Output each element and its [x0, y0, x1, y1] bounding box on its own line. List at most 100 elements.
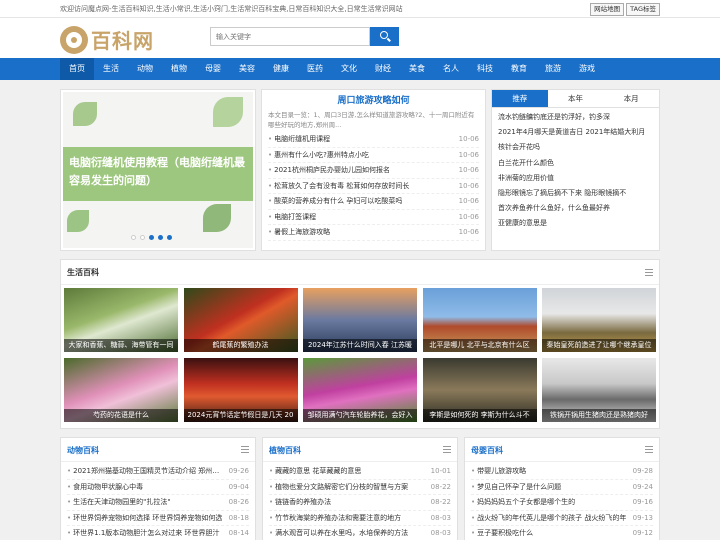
- item-text[interactable]: 电脑绗缝机用课程: [274, 135, 330, 143]
- slide-image[interactable]: 电脑衍缝机使用教程（电脑绗缝机最容易发生的问题）: [63, 92, 253, 248]
- item-title[interactable]: • 酸菜的营养成分有什么 孕妇可以吃酸菜吗: [268, 194, 402, 209]
- item-title[interactable]: • 植物也爱分文路解密它们分枝的智慧与方案: [269, 480, 408, 495]
- item-title[interactable]: • 松茸放久了会有没有毒 松茸如何存放时间长: [268, 179, 409, 194]
- section-title[interactable]: 母婴百科: [465, 446, 503, 455]
- item-title[interactable]: • 电脑打签课程: [268, 210, 316, 225]
- item-text[interactable]: 带婴儿旅游攻略: [477, 467, 526, 475]
- rank-item[interactable]: 白兰花开什么颜色: [498, 156, 653, 171]
- item-text[interactable]: 环世界1.1版本动物胆汁怎么对过来 环世界胆汁: [73, 529, 219, 537]
- image-tile[interactable]: 李斯是如何死的 李斯为什么斗不: [422, 358, 537, 422]
- item-title[interactable]: • 竹节秋海棠的养殖办法和需要注意的地方: [269, 511, 401, 526]
- item-text[interactable]: 环世界饲养宠物如何选择 环世界饲养宠物如何选: [73, 514, 222, 522]
- item-text[interactable]: 妈妈妈妈五个子女都是哪个生的: [477, 498, 575, 506]
- item-text[interactable]: 2021郑州猫基动物王国精灵节活动介绍 郑州猫基: [73, 467, 226, 475]
- featured-title[interactable]: 周口旅游攻略如何: [268, 94, 479, 108]
- list-item[interactable]: • 2021杭州桐庐民办婴幼儿园如何报名 10-06: [268, 163, 479, 179]
- section-title[interactable]: 动物百科: [61, 446, 99, 455]
- nav-item[interactable]: 生活: [94, 58, 128, 80]
- item-title[interactable]: • 战火纷飞的年代英儿是哪个的孩子 战火纷飞的年: [471, 511, 626, 526]
- item-title[interactable]: • 惠州有什么小吃?惠州特点小吃: [268, 148, 369, 163]
- tile-caption[interactable]: 芍药的花语是什么: [64, 409, 178, 422]
- item-text[interactable]: 2021杭州桐庐民办婴幼儿园如何报名: [274, 166, 390, 174]
- list-item[interactable]: • 战火纷飞的年代英儿是哪个的孩子 战火纷飞的年 09-13: [471, 511, 653, 526]
- image-tile[interactable]: 大家和香蕉、糖蒜、海带管有一同: [64, 288, 178, 352]
- slider-dot[interactable]: [140, 235, 145, 240]
- slider-dot[interactable]: [149, 235, 154, 240]
- image-tile[interactable]: 秦始皇死前造进了让哪个继承皇位: [542, 288, 656, 352]
- menu-icon[interactable]: [241, 446, 249, 453]
- list-item[interactable]: • 松茸放久了会有没有毒 松茸如何存放时间长 10-06: [268, 179, 479, 194]
- nav-item[interactable]: 美容: [230, 58, 264, 80]
- nav-item[interactable]: 美食: [400, 58, 434, 80]
- item-title[interactable]: • 带婴儿旅游攻略: [471, 464, 526, 479]
- rank-item[interactable]: 2021年4月哪天是黄道吉日 2021年结婚大利月: [498, 125, 653, 140]
- nav-item[interactable]: 动物: [128, 58, 162, 80]
- nav-item[interactable]: 科技: [468, 58, 502, 80]
- tile-caption[interactable]: 鹤尾蕉的繁殖办法: [183, 339, 298, 352]
- menu-icon[interactable]: [645, 446, 653, 453]
- tag-link[interactable]: TAG标签: [626, 3, 660, 16]
- image-tile[interactable]: 2024元宵节话定节假日是几天 20: [183, 358, 298, 422]
- item-title[interactable]: • 电脑绗缝机用课程: [268, 132, 330, 147]
- nav-item[interactable]: 游戏: [570, 58, 604, 80]
- list-item[interactable]: • 梦见自己怀孕了是什么问题 09-24: [471, 480, 653, 495]
- tile-caption[interactable]: 邹硕用满勺汽车轮胎养花，会好入: [303, 409, 417, 422]
- rank-item[interactable]: 非洲菊的应用价值: [498, 171, 653, 186]
- section-title[interactable]: 生活百科: [61, 268, 99, 277]
- list-item[interactable]: • 生活在天津动物园里的"扎拉法" 08-26: [67, 495, 249, 511]
- nav-item[interactable]: 教育: [502, 58, 536, 80]
- item-text[interactable]: 生活在天津动物园里的"扎拉法": [73, 498, 170, 506]
- nav-item[interactable]: 首页: [60, 58, 94, 80]
- item-text[interactable]: 战火纷飞的年代英儿是哪个的孩子 战火纷飞的年: [477, 514, 626, 522]
- list-item[interactable]: • 满水观音可以养在水里吗，水培保养的方法 08-03: [269, 526, 451, 540]
- item-text[interactable]: 豆子要积极吃什么: [477, 529, 533, 537]
- item-text[interactable]: 藏藏的意思 花草藏藏的意思: [275, 467, 361, 475]
- image-tile[interactable]: 鹤尾蕉的繁殖办法: [183, 288, 298, 352]
- nav-item[interactable]: 名人: [434, 58, 468, 80]
- item-title[interactable]: • 梦见自己怀孕了是什么问题: [471, 480, 561, 495]
- list-item[interactable]: • 豆子要积极吃什么 09-12: [471, 526, 653, 540]
- image-tile[interactable]: 铁锅开锅用生猪肉还是熟猪肉好: [542, 358, 656, 422]
- item-text[interactable]: 竹节秋海棠的养殖办法和需要注意的地方: [275, 514, 401, 522]
- image-tile[interactable]: 邹硕用满勺汽车轮胎养花，会好入: [303, 358, 417, 422]
- nav-item[interactable]: 植物: [162, 58, 196, 80]
- nav-item[interactable]: 文化: [332, 58, 366, 80]
- item-text[interactable]: 电脑打签课程: [274, 213, 316, 221]
- item-title[interactable]: • 豆子要积极吃什么: [471, 526, 533, 540]
- item-text[interactable]: 链链香的养殖办法: [275, 498, 331, 506]
- item-text[interactable]: 惠州有什么小吃?惠州特点小吃: [274, 151, 369, 159]
- tile-caption[interactable]: 大家和香蕉、糖蒜、海带管有一同: [64, 339, 178, 352]
- item-title[interactable]: • 藏藏的意思 花草藏藏的意思: [269, 464, 361, 479]
- item-title[interactable]: • 食用动物甲状腺心中毒: [67, 480, 143, 495]
- tile-caption[interactable]: 铁锅开锅用生猪肉还是熟猪肉好: [542, 409, 656, 422]
- list-item[interactable]: • 竹节秋海棠的养殖办法和需要注意的地方 08-03: [269, 511, 451, 526]
- nav-item[interactable]: 旅游: [536, 58, 570, 80]
- list-item[interactable]: • 食用动物甲状腺心中毒 09-04: [67, 480, 249, 495]
- menu-icon[interactable]: [645, 269, 653, 276]
- tab-this-year[interactable]: 本年: [548, 90, 604, 107]
- tile-caption[interactable]: 2024元宵节话定节假日是几天 20: [183, 409, 298, 422]
- tile-caption[interactable]: 李斯是如何死的 李斯为什么斗不: [422, 409, 537, 422]
- item-title[interactable]: • 暑假上海旅游攻略: [268, 225, 330, 240]
- item-title[interactable]: • 链链香的养殖办法: [269, 495, 331, 510]
- list-item[interactable]: • 暑假上海旅游攻略 10-06: [268, 225, 479, 241]
- item-text[interactable]: 满水观音可以养在水里吗，水培保养的方法: [275, 529, 408, 537]
- item-title[interactable]: • 2021郑州猫基动物王国精灵节活动介绍 郑州猫基: [67, 464, 226, 479]
- item-text[interactable]: 酸菜的营养成分有什么 孕妇可以吃酸菜吗: [274, 197, 402, 205]
- item-title[interactable]: • 妈妈妈妈五个子女都是哪个生的: [471, 495, 575, 510]
- item-title[interactable]: • 满水观音可以养在水里吗，水培保养的方法: [269, 526, 408, 540]
- slider-dot[interactable]: [158, 235, 163, 240]
- list-item[interactable]: • 电脑绗缝机用课程 10-06: [268, 132, 479, 148]
- item-title[interactable]: • 生活在天津动物园里的"扎拉法": [67, 495, 171, 510]
- list-item[interactable]: • 环世界饲养宠物如何选择 环世界饲养宠物如何选 08-18: [67, 511, 249, 526]
- tile-caption[interactable]: 2024年江苏什么时间入春 江苏暖: [303, 339, 417, 352]
- tile-caption[interactable]: 北平是哪儿 北平与北京有什么区: [422, 339, 537, 352]
- image-tile[interactable]: 北平是哪儿 北平与北京有什么区: [422, 288, 537, 352]
- list-item[interactable]: • 2021郑州猫基动物王国精灵节活动介绍 郑州猫基 09-26: [67, 464, 249, 480]
- nav-item[interactable]: 健康: [264, 58, 298, 80]
- list-item[interactable]: • 带婴儿旅游攻略 09-28: [471, 464, 653, 480]
- search-button[interactable]: [370, 27, 399, 46]
- item-title[interactable]: • 2021杭州桐庐民办婴幼儿园如何报名: [268, 163, 390, 178]
- rank-item[interactable]: 隐形眼镜忘了摘后摘不下来 隐形眼镜摘不: [498, 186, 653, 201]
- item-text[interactable]: 梦见自己怀孕了是什么问题: [477, 483, 561, 491]
